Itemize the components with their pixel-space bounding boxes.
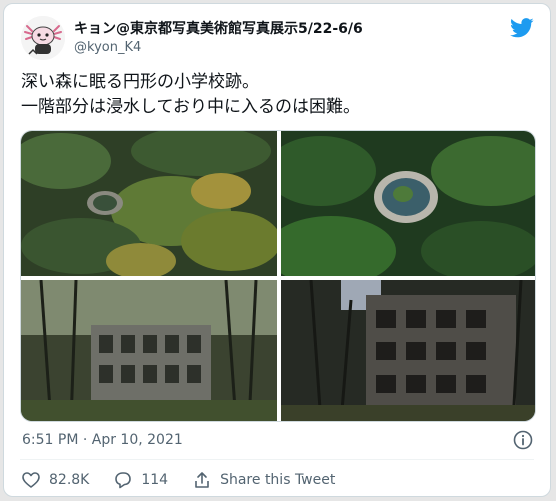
media-grid <box>20 130 536 422</box>
share-label: Share this Tweet <box>220 472 336 488</box>
photo-ruined-building-2[interactable] <box>281 280 535 421</box>
avatar[interactable] <box>21 16 65 60</box>
reply-icon <box>115 472 132 489</box>
twitter-bird-icon[interactable] <box>510 18 534 38</box>
photo-aerial-forest-1[interactable] <box>21 131 277 276</box>
user-handle[interactable]: @kyon_K4 <box>74 40 141 55</box>
like-count: 82.8K <box>49 472 90 488</box>
display-name[interactable]: キョン@東京都写真美術館写真展示5/22-6/6 <box>74 18 363 38</box>
tweet-text-line: 深い森に眠る円形の小学校跡。 <box>21 72 259 92</box>
photo-aerial-forest-2[interactable] <box>281 131 535 276</box>
like-button[interactable]: 82.8K <box>21 470 89 490</box>
reply-button[interactable]: 114 <box>113 470 168 490</box>
action-bar: 82.8K 114 Share this Tweet <box>21 470 359 490</box>
divider <box>20 459 534 460</box>
avatar-axolotl-icon <box>21 16 65 60</box>
share-button[interactable]: Share this Tweet <box>192 470 335 490</box>
share-icon <box>195 472 209 488</box>
heart-icon <box>22 472 40 488</box>
info-icon[interactable] <box>513 430 533 450</box>
reply-count: 114 <box>141 472 169 488</box>
tweet-text-line: 一階部分は浸水しており中に入るのは困難。 <box>21 97 360 117</box>
tweet-card: キョン@東京都写真美術館写真展示5/22-6/6 @kyon_K4 深い森に眠る… <box>3 3 551 497</box>
tweet-timestamp[interactable]: 6:51 PM · Apr 10, 2021 <box>22 432 183 448</box>
photo-ruined-building-1[interactable] <box>21 280 277 421</box>
tweet-text: 深い森に眠る円形の小学校跡。 一階部分は浸水しており中に入るのは困難。 <box>21 70 531 120</box>
